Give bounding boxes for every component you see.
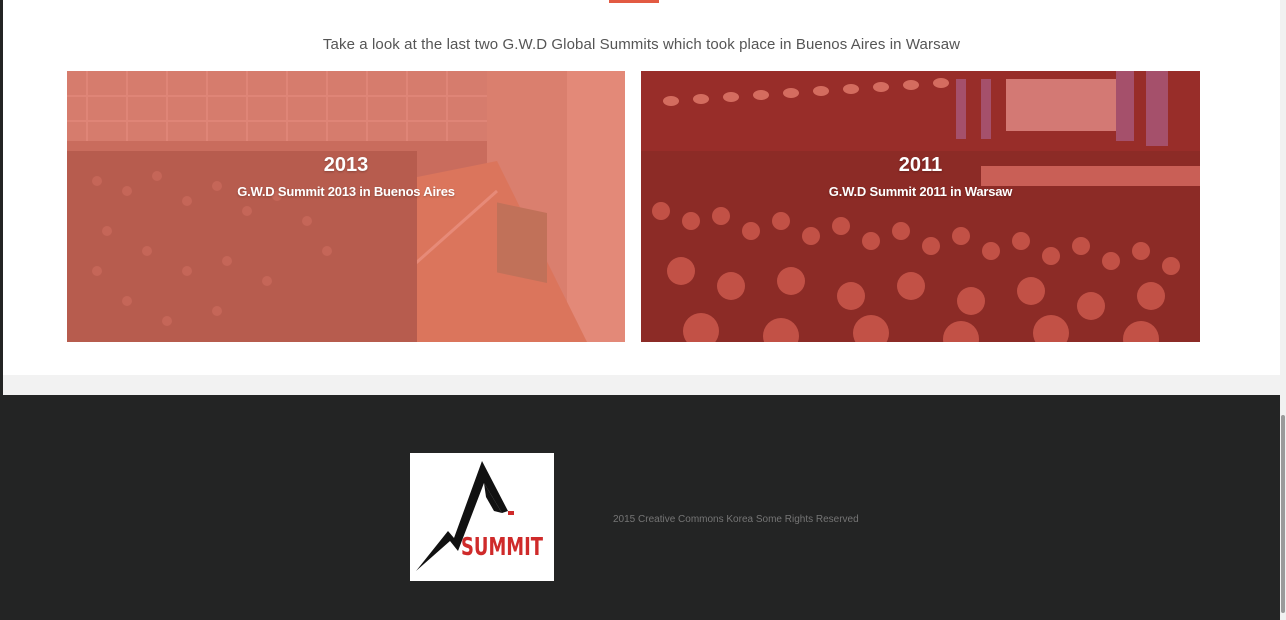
summit-caption: G.W.D Summit 2011 in Warsaw — [828, 184, 1013, 199]
summit-card-2011[interactable]: 2011 G.W.D Summit 2011 in Warsaw — [641, 71, 1200, 342]
summit-caption: G.W.D Summit 2013 in Buenos Aires — [237, 184, 455, 199]
card-color-overlay — [67, 71, 625, 342]
section-divider — [609, 0, 659, 3]
scrollbar-thumb[interactable] — [1281, 415, 1285, 613]
section-separator-band — [3, 375, 1280, 395]
summit-card-2013[interactable]: 2013 G.W.D Summit 2013 in Buenos Aires — [67, 71, 625, 342]
page: Take a look at the last two G.W.D Global… — [0, 0, 1280, 620]
summits-intro-text: Take a look at the last two G.W.D Global… — [322, 36, 961, 53]
card-color-overlay — [641, 71, 1200, 342]
mountain-logo-icon: SUMMIT — [416, 461, 543, 571]
copyright-text: 2015 Creative Commons Korea Some Rights … — [613, 514, 859, 525]
summit-year: 2011 — [898, 154, 943, 176]
logo-text: SUMMIT — [461, 532, 543, 561]
summit-year: 2013 — [323, 154, 369, 176]
summit-logo[interactable]: SUMMIT — [410, 453, 554, 581]
footer: SUMMIT 2015 Creative Commons Korea Some … — [3, 395, 1280, 620]
